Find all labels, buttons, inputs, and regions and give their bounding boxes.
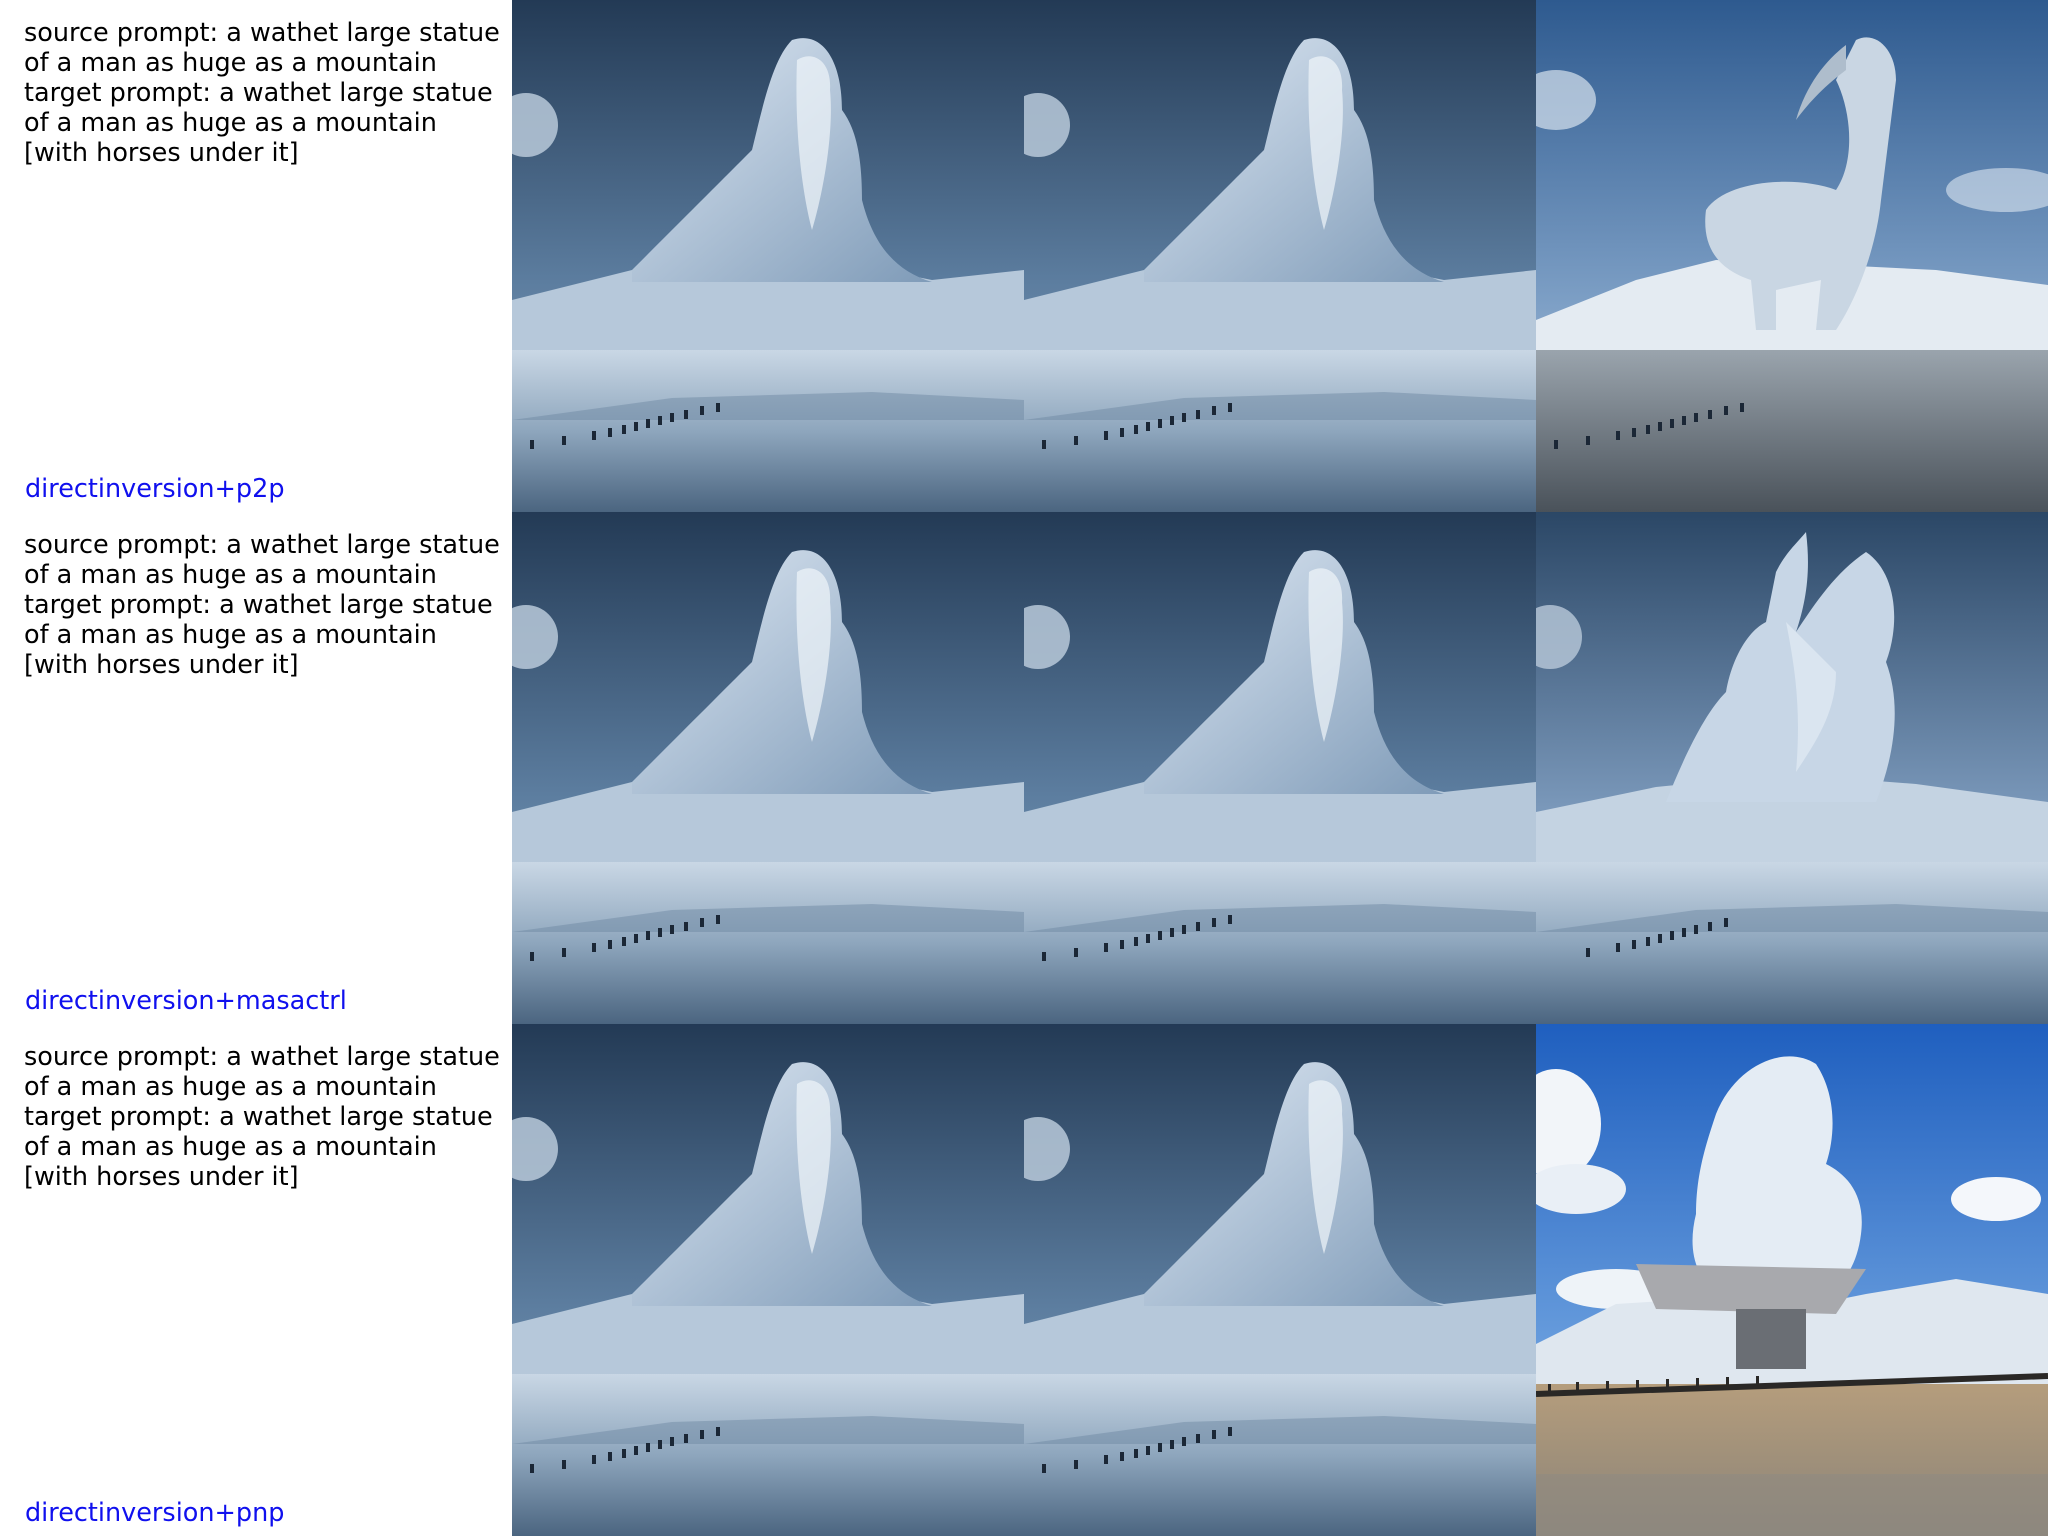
source-image [512, 512, 1024, 1024]
prompt-text: source prompt: a wathet large statue of … [24, 530, 508, 680]
reconstructed-image [1024, 512, 1536, 1024]
edited-image [1536, 512, 2048, 1024]
edited-image [1536, 0, 2048, 512]
prompt-cell: source prompt: a wathet large statue of … [0, 0, 512, 512]
prompt-cell: source prompt: a wathet large statue of … [0, 512, 512, 1024]
reconstructed-image [1024, 1024, 1536, 1536]
comparison-row: source prompt: a wathet large statue of … [0, 512, 2048, 1024]
method-label: directinversion+masactrl [25, 986, 347, 1016]
prompt-text: source prompt: a wathet large statue of … [24, 18, 508, 168]
reconstructed-image [1024, 0, 1536, 512]
method-label: directinversion+pnp [25, 1498, 285, 1528]
source-image [512, 1024, 1024, 1536]
prompt-text: source prompt: a wathet large statue of … [24, 1042, 508, 1192]
prompt-cell: source prompt: a wathet large statue of … [0, 1024, 512, 1536]
method-label: directinversion+p2p [25, 474, 285, 504]
edited-image [1536, 1024, 2048, 1536]
comparison-row: source prompt: a wathet large statue of … [0, 1024, 2048, 1536]
comparison-row: source prompt: a wathet large statue of … [0, 0, 2048, 512]
source-image [512, 0, 1024, 512]
